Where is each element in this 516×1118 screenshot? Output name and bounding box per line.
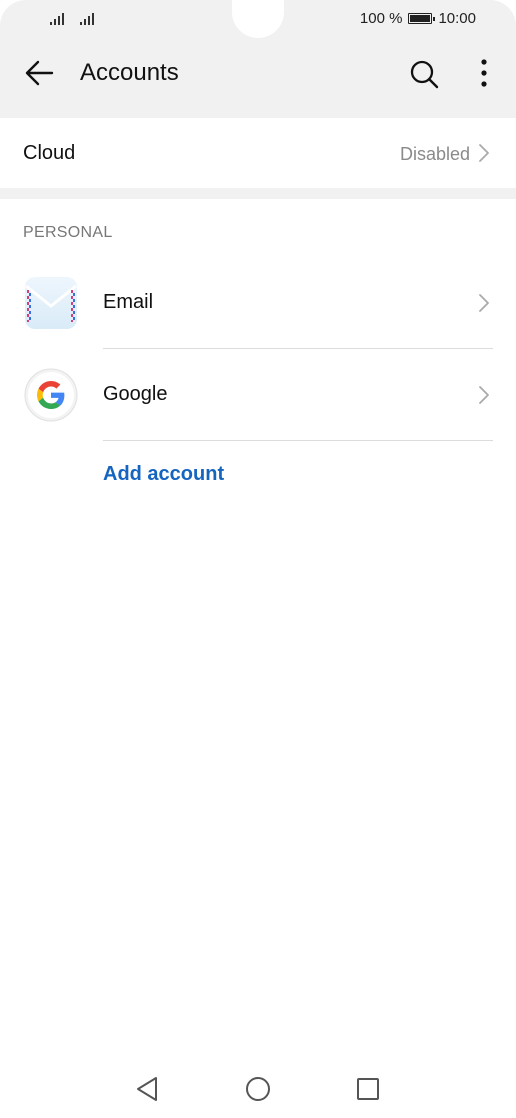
account-label-google: Google bbox=[103, 383, 168, 405]
status-right: 100 % 10:00 bbox=[360, 10, 476, 27]
chevron-right-icon bbox=[479, 386, 489, 404]
search-icon bbox=[410, 60, 439, 89]
cloud-label: Cloud bbox=[23, 142, 76, 164]
status-time: 10:00 bbox=[438, 10, 476, 27]
more-options-button[interactable] bbox=[470, 56, 498, 92]
top-header-area: 100 % 10:00 Accounts bbox=[0, 0, 516, 108]
battery-icon bbox=[408, 13, 436, 24]
back-button[interactable] bbox=[22, 55, 58, 91]
nav-back-icon[interactable] bbox=[132, 1074, 162, 1104]
section-header-personal: PERSONAL bbox=[23, 224, 113, 241]
chevron-right-icon bbox=[479, 294, 489, 312]
section-gap-2 bbox=[0, 188, 516, 199]
chevron-right-icon bbox=[479, 144, 489, 162]
account-label-email: Email bbox=[103, 291, 154, 313]
add-account-button[interactable]: Add account bbox=[103, 463, 224, 486]
google-icon bbox=[24, 368, 78, 422]
signal-strength-icon-2 bbox=[80, 11, 98, 25]
cloud-row[interactable]: Cloud Disabled bbox=[0, 118, 516, 188]
more-vertical-icon bbox=[481, 59, 487, 87]
row-divider bbox=[103, 440, 493, 441]
account-row-google[interactable]: Google bbox=[0, 349, 516, 441]
navigation-bar bbox=[0, 1066, 516, 1112]
account-row-email[interactable]: Email bbox=[0, 257, 516, 349]
nav-recents-icon[interactable] bbox=[353, 1074, 383, 1104]
battery-percent: 100 % bbox=[359, 10, 403, 27]
email-envelope-icon bbox=[25, 277, 77, 329]
page-title: Accounts bbox=[80, 59, 179, 86]
arrow-left-icon bbox=[25, 60, 54, 86]
search-button[interactable] bbox=[406, 56, 442, 92]
camera-notch bbox=[232, 0, 284, 38]
section-gap bbox=[0, 108, 516, 118]
cloud-status: Disabled bbox=[399, 144, 470, 164]
nav-home-icon[interactable] bbox=[243, 1074, 273, 1104]
signal-strength-icon bbox=[50, 11, 68, 25]
